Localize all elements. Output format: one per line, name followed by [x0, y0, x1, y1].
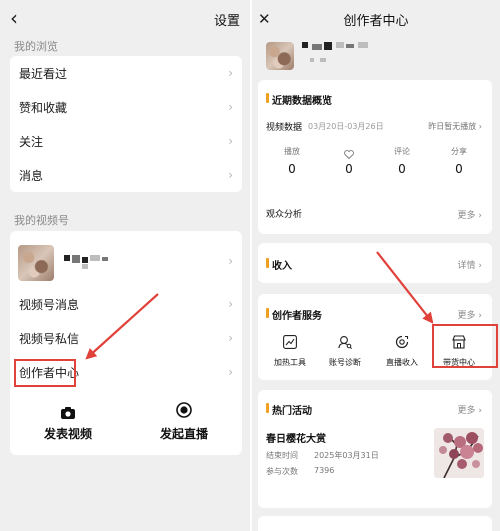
stat-value-plays: 0 [288, 162, 296, 176]
stat-label-plays: 播放 [284, 147, 300, 156]
detail-text: 详情 [457, 261, 476, 271]
service-account-diagnosis[interactable]: 账号诊断 [318, 334, 372, 368]
browse-item-messages[interactable]: 消息 › [10, 158, 242, 192]
stat-label-comments: 评论 [394, 147, 410, 156]
activity-thumbnail [434, 428, 484, 478]
browse-item-follow[interactable]: 关注 › [10, 124, 242, 158]
hot-activities-card: 热门活动 更多 › 春日樱花大赏 结束时间 2025年03月31日 参与次数 7… [258, 390, 492, 508]
avatar [266, 42, 294, 70]
income-title: 收入 [272, 261, 292, 272]
blurred-username [64, 253, 114, 269]
data-overview-card: 近期数据概览 视频数据 03月20日-03月26日 昨日暂无播放 › 播放 评论… [258, 80, 492, 234]
browse-item-recent[interactable]: 最近看过 › [10, 56, 242, 90]
settings-topbar: ‹ 设置 [0, 0, 250, 36]
back-icon[interactable]: ‹ [10, 8, 18, 28]
services-more-link[interactable]: 更多 › [458, 308, 482, 321]
more-text: 更多 [457, 211, 476, 221]
list-item-label: 视频号私信 [19, 332, 80, 346]
chevron-right-icon: › [478, 122, 482, 131]
income-card[interactable]: 收入 详情 › [258, 243, 492, 283]
service-label: 加热工具 [274, 358, 306, 367]
list-item-label: 消息 [19, 169, 44, 183]
list-item-label: 关注 [19, 135, 44, 149]
date-range: 03月20日-03月26日 [308, 122, 384, 131]
overview-title: 近期数据概览 [272, 96, 332, 107]
settings-screen: ‹ 设置 我的浏览 最近看过 › 赞和收藏 › 关注 › 消息 › 我的视频号 [0, 0, 250, 531]
audience-analysis-row[interactable]: 观众分析 更多 › [258, 198, 492, 228]
section-accent [266, 403, 269, 413]
shop-center-highlight [432, 324, 498, 368]
channel-item-messages[interactable]: 视频号消息 › [10, 287, 242, 321]
trend-icon [283, 334, 297, 353]
browse-section-label: 我的浏览 [14, 40, 58, 53]
browse-card: 最近看过 › 赞和收藏 › 关注 › 消息 › [10, 56, 242, 192]
page-title: 设置 [213, 14, 240, 29]
post-video-button[interactable]: 发表视频 [28, 425, 108, 442]
start-live-button[interactable]: 发起直播 [144, 425, 224, 442]
list-item-label: 最近看过 [19, 67, 68, 81]
end-time-value: 2025年03月31日 [314, 451, 379, 460]
diagnosis-icon [338, 334, 352, 353]
chevron-right-icon: › [228, 331, 233, 345]
browse-item-likes[interactable]: 赞和收藏 › [10, 90, 242, 124]
services-title: 创作者服务 [272, 311, 322, 322]
camera-icon[interactable] [61, 404, 75, 423]
yesterday-status[interactable]: 昨日暂无播放 › [428, 121, 482, 132]
section-accent [266, 258, 269, 268]
page-title: 创作者中心 [343, 14, 409, 29]
status-text: 昨日暂无播放 [428, 122, 477, 131]
chevron-right-icon: › [228, 66, 233, 80]
income-icon [395, 334, 409, 353]
section-accent [266, 308, 269, 318]
service-label: 账号诊断 [329, 358, 361, 367]
activities-more-link[interactable]: 更多 › [458, 403, 482, 416]
service-live-income[interactable]: 直播收入 [375, 334, 429, 368]
live-icon[interactable] [176, 402, 192, 422]
income-detail-link[interactable]: 详情 › [458, 258, 482, 271]
creator-topbar: ✕ 创作者中心 [252, 0, 500, 36]
video-data-label: 视频数据 [266, 123, 303, 133]
chevron-right-icon: › [228, 100, 233, 114]
creator-center-screen: ✕ 创作者中心 近期数据概览 视频数据 03月20日-03月26日 昨日暂无播放… [252, 0, 500, 531]
channel-section-label: 我的视频号 [14, 214, 69, 227]
service-label: 直播收入 [386, 358, 418, 367]
stat-label-shares: 分享 [451, 147, 467, 156]
heart-icon [344, 144, 354, 163]
stat-value-likes: 0 [345, 162, 353, 176]
activities-title: 热门活动 [272, 406, 312, 417]
chevron-right-icon: › [228, 168, 233, 182]
chevron-right-icon: › [228, 254, 233, 268]
creator-center-highlight [14, 359, 76, 387]
avatar [18, 245, 54, 281]
list-item-label: 视频号消息 [19, 298, 80, 312]
list-item-label: 赞和收藏 [19, 101, 68, 115]
blurred-username [302, 40, 382, 68]
section-accent [266, 93, 269, 103]
activity-name: 春日樱花大赏 [266, 434, 326, 445]
next-card-partial [258, 516, 492, 531]
stat-value-comments: 0 [398, 162, 406, 176]
channel-item-dm[interactable]: 视频号私信 › [10, 321, 242, 355]
chevron-right-icon: › [228, 134, 233, 148]
chevron-right-icon: › [228, 365, 233, 379]
stat-value-shares: 0 [455, 162, 463, 176]
audience-label: 观众分析 [266, 210, 303, 220]
more-text: 更多 [457, 406, 476, 416]
end-time-label: 结束时间 [266, 451, 298, 460]
channel-profile-row[interactable]: › [10, 237, 242, 285]
participation-value: 7396 [314, 466, 335, 475]
channel-card: › 视频号消息 › 视频号私信 › 创作者中心 › 发表视频 发起直播 [10, 231, 242, 455]
service-heat-tool[interactable]: 加热工具 [263, 334, 317, 368]
chevron-right-icon: › [228, 297, 233, 311]
audience-more-link[interactable]: 更多 › [458, 208, 482, 221]
activity-item[interactable]: 春日樱花大赏 结束时间 2025年03月31日 参与次数 7396 [258, 426, 492, 502]
participation-label: 参与次数 [266, 467, 298, 476]
more-text: 更多 [457, 311, 476, 321]
